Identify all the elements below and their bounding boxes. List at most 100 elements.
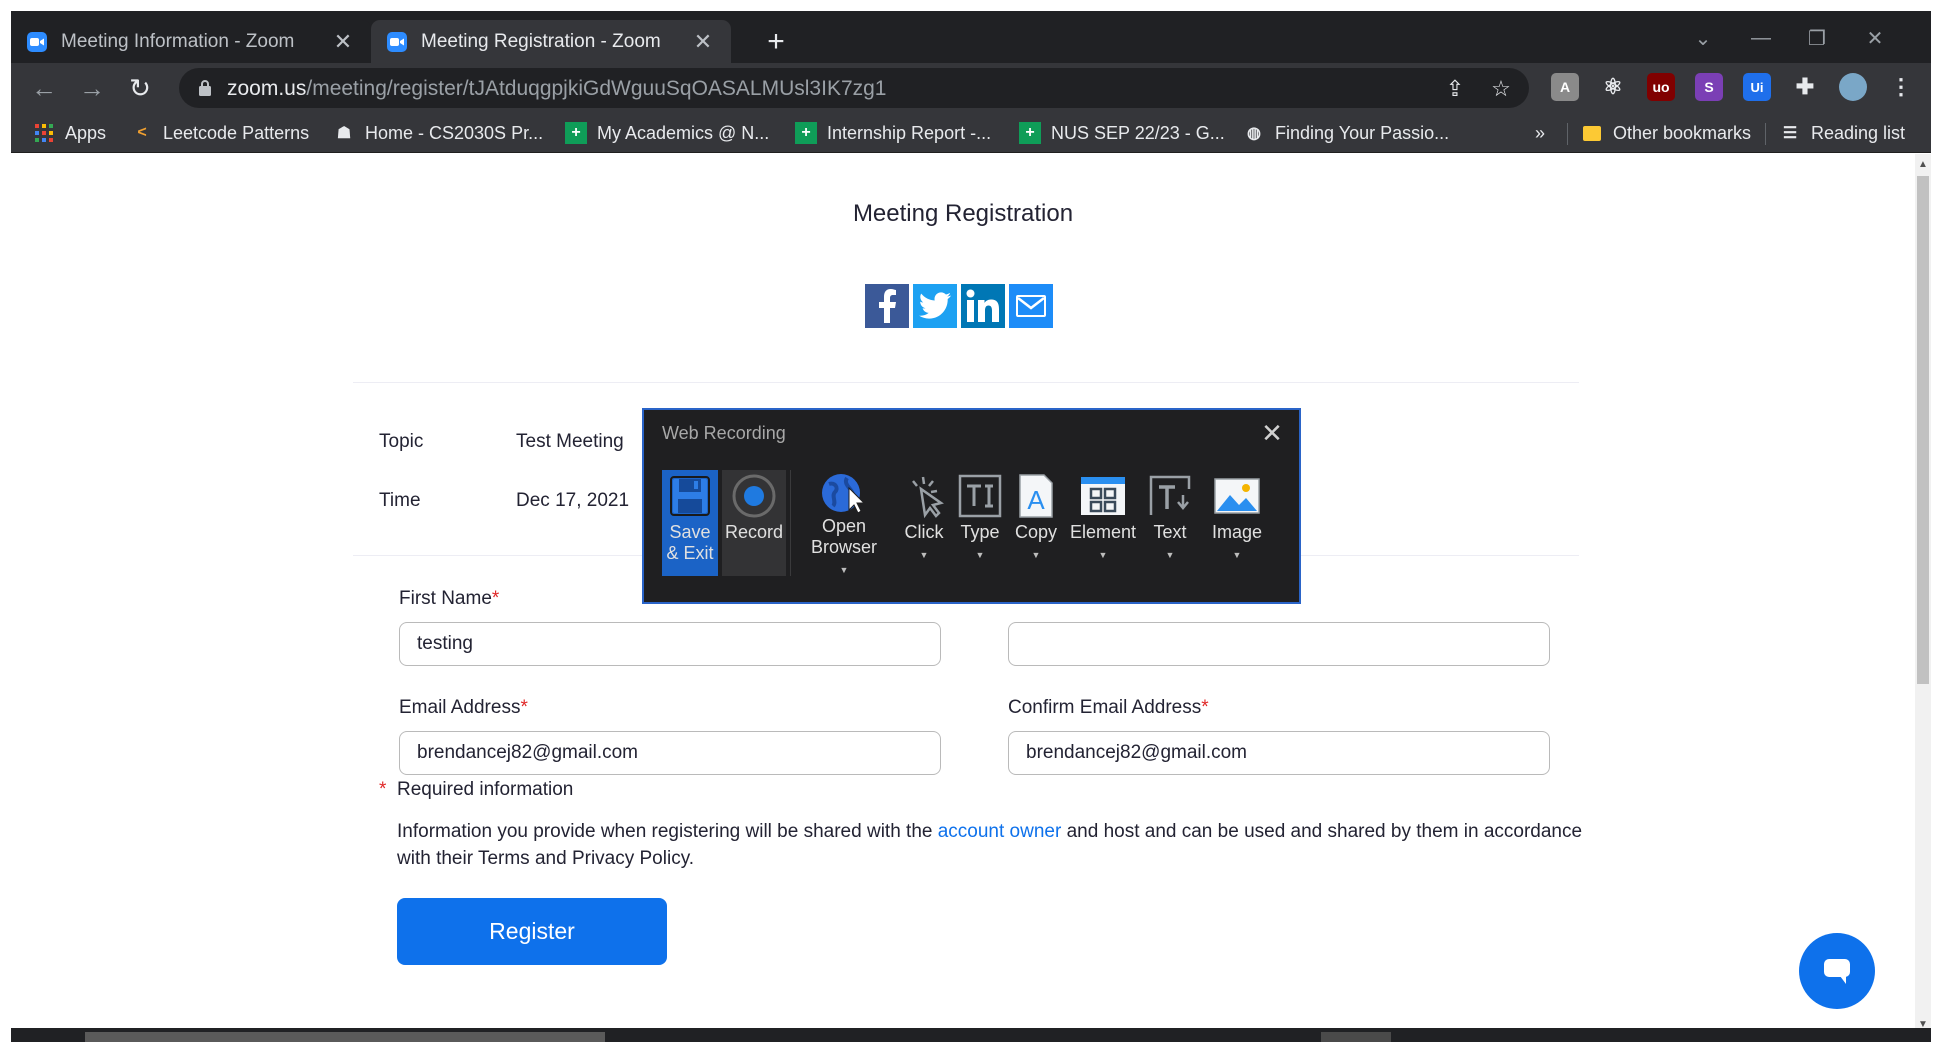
linkedin-icon[interactable]: [961, 284, 1005, 328]
folder-icon: [1581, 122, 1603, 144]
last-name-field[interactable]: [1008, 622, 1550, 666]
open-browser-button[interactable]: Open Browser ▼: [802, 470, 886, 576]
reading-list-button[interactable]: ☰ Reading list: [1779, 113, 1905, 153]
scrollbar-thumb[interactable]: [1917, 176, 1929, 684]
text-button[interactable]: Text ▼: [1144, 470, 1196, 576]
text-extract-icon: [1142, 470, 1198, 522]
bookmark-label: Internship Report -...: [827, 122, 992, 143]
forward-arrow-icon[interactable]: →: [75, 71, 109, 105]
email-field[interactable]: brendancej82@gmail.com: [399, 731, 941, 775]
window-close-icon[interactable]: ✕: [1855, 23, 1895, 53]
element-button[interactable]: Element ▼: [1068, 470, 1138, 576]
tab-title: Meeting Registration - Zoom: [421, 30, 661, 52]
bookmarks-bar: Apps < Leetcode Patterns ☗ Home - CS2030…: [11, 113, 1931, 153]
bookmark-apps[interactable]: Apps: [33, 113, 106, 153]
svg-text:A: A: [1027, 485, 1045, 515]
tab-meeting-information[interactable]: Meeting Information - Zoom ✕: [11, 20, 371, 63]
bookmark-label: Leetcode Patterns: [163, 122, 310, 143]
page-title: Meeting Registration: [852, 200, 1074, 227]
extension-icon[interactable]: A: [1551, 73, 1579, 101]
first-name-field[interactable]: testing: [399, 622, 941, 666]
copy-document-icon: A: [1008, 470, 1064, 522]
topic-label: Topic: [379, 431, 424, 452]
back-arrow-icon[interactable]: ←: [27, 71, 61, 105]
tab-close-icon[interactable]: ✕: [691, 29, 715, 55]
tab-title: Meeting Information - Zoom: [61, 30, 295, 52]
facebook-icon[interactable]: [865, 284, 909, 328]
address-bar[interactable]: zoom.us/meeting/register/tJAtduqgpjkiGdW…: [179, 68, 1529, 108]
chat-button[interactable]: [1799, 933, 1875, 1009]
bookmark-cs2030s[interactable]: ☗ Home - CS2030S Pr...: [333, 113, 543, 153]
bookmark-label: NUS SEP 22/23 - G...: [1051, 122, 1225, 143]
react-devtools-icon[interactable]: ⚛: [1599, 73, 1627, 101]
save-exit-button[interactable]: Save & Exit: [662, 470, 718, 576]
restore-icon[interactable]: ❐: [1797, 23, 1837, 53]
image-button[interactable]: Image ▼: [1206, 470, 1268, 576]
puzzle-extensions-icon[interactable]: ✚: [1791, 73, 1819, 101]
page-content: Meeting Registration Topic Test Meeting …: [11, 154, 1915, 1036]
profile-avatar[interactable]: [1839, 73, 1867, 101]
reload-icon[interactable]: ↻: [123, 71, 157, 105]
zoom-favicon-icon: [387, 31, 407, 52]
menu-kebab-icon[interactable]: ⋮: [1887, 73, 1915, 101]
bookmark-internship-report[interactable]: + Internship Report -...: [795, 113, 991, 153]
scroll-up-icon[interactable]: ▲: [1915, 156, 1931, 172]
type-button[interactable]: Type ▼: [954, 470, 1006, 576]
minimize-icon[interactable]: —: [1741, 23, 1781, 53]
record-label: Record: [724, 522, 784, 542]
bookmark-label: Other bookmarks: [1613, 122, 1752, 143]
email-label: Email Address*: [399, 697, 528, 718]
home-page-icon: ☗: [336, 125, 352, 142]
reading-list-icon: ☰: [1782, 125, 1798, 142]
required-note: Required information: [397, 779, 574, 800]
register-button[interactable]: Register: [397, 898, 667, 965]
extension-icon[interactable]: S: [1695, 73, 1723, 101]
copy-button[interactable]: A Copy ▼: [1012, 470, 1060, 576]
click-button[interactable]: Click ▼: [896, 470, 952, 576]
email-icon[interactable]: [1009, 284, 1053, 328]
image-icon: [1209, 470, 1265, 522]
bookmark-my-academics[interactable]: + My Academics @ N...: [565, 113, 769, 153]
topic-value: Test Meeting: [516, 431, 624, 452]
type-text-icon: [952, 470, 1008, 522]
browser-toolbar: ← → ↻ zoom.us/meeting/register/tJAtduqgp…: [11, 63, 1931, 113]
page-scrollbar[interactable]: ▲ ▼: [1915, 154, 1931, 1036]
new-tab-button[interactable]: +: [759, 25, 793, 59]
leetcode-icon: <: [137, 124, 147, 141]
time-value: Dec 17, 2021: [516, 490, 630, 511]
bookmark-label: Reading list: [1811, 122, 1906, 143]
tab-strip: Meeting Information - Zoom ✕ Meeting Reg…: [11, 11, 1931, 63]
bookmark-finding-your-passion[interactable]: ◍ Finding Your Passio...: [1243, 113, 1449, 153]
account-owner-link[interactable]: account owner: [938, 821, 1062, 842]
more-bookmarks-button[interactable]: »: [1535, 113, 1545, 153]
bookmark-star-icon[interactable]: ☆: [1487, 75, 1515, 103]
web-recording-panel: Web Recording ✕ Save & Exit Record Open …: [642, 408, 1301, 604]
tab-meeting-registration[interactable]: Meeting Registration - Zoom ✕: [371, 20, 731, 63]
type-label: Type: [960, 522, 1000, 542]
bookmark-other[interactable]: Other bookmarks: [1581, 113, 1751, 153]
tab-search-icon[interactable]: ⌄: [1683, 23, 1723, 53]
zoom-favicon-icon: [27, 31, 47, 52]
bookmark-nus-sep[interactable]: + NUS SEP 22/23 - G...: [1019, 113, 1225, 153]
sheets-icon: +: [565, 122, 587, 144]
element-label: Element: [1069, 522, 1137, 542]
tab-close-icon[interactable]: ✕: [331, 29, 355, 55]
click-label: Click: [904, 522, 944, 542]
twitter-icon[interactable]: [913, 284, 957, 328]
text-label: Text: [1153, 522, 1187, 542]
lock-icon: [199, 80, 211, 96]
bookmark-leetcode-patterns[interactable]: < Leetcode Patterns: [131, 113, 309, 153]
share-icon[interactable]: ⇪: [1441, 75, 1469, 103]
confirm-email-field[interactable]: brendancej82@gmail.com: [1008, 731, 1550, 775]
disclaimer-text: Information you provide when registering…: [397, 821, 1583, 869]
globe-cursor-icon: [816, 470, 872, 516]
floppy-disk-icon: [662, 470, 718, 522]
save-exit-label: Save & Exit: [666, 522, 714, 563]
uipath-icon[interactable]: Ui: [1743, 73, 1771, 101]
bookmark-label: My Academics @ N...: [597, 122, 770, 143]
chat-bubble-icon: [1824, 959, 1850, 984]
recorder-close-icon[interactable]: ✕: [1257, 418, 1287, 448]
ublock-origin-icon[interactable]: uo: [1647, 73, 1675, 101]
record-button[interactable]: Record: [722, 470, 786, 576]
bookmark-label: Home - CS2030S Pr...: [365, 122, 544, 143]
